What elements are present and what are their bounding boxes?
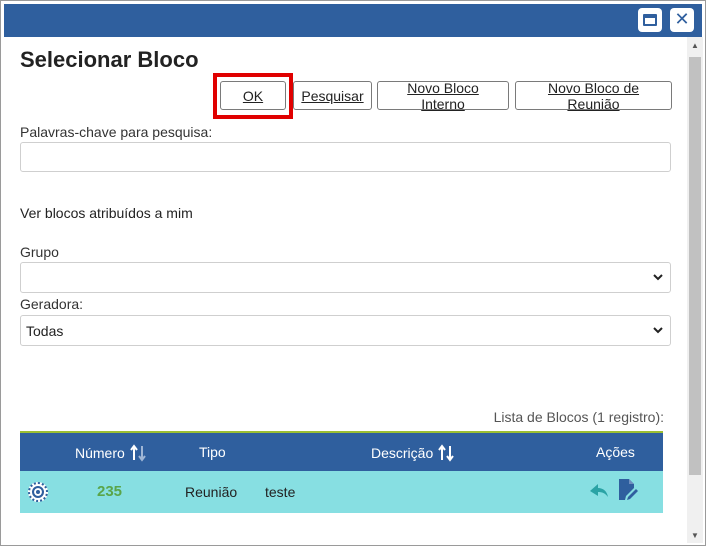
search-button[interactable]: Pesquisar	[293, 81, 372, 110]
row-select-radio[interactable]	[28, 482, 48, 502]
scroll-thumb[interactable]	[689, 57, 701, 475]
column-header-label: Ações	[596, 444, 635, 460]
table-header: Número Tipo Descrição Ações	[20, 431, 663, 471]
sort-icon[interactable]	[129, 444, 147, 462]
scroll-down-icon[interactable]: ▼	[687, 527, 703, 543]
table-row[interactable]: 235 Reunião teste	[20, 471, 663, 513]
cell-tipo: Reunião	[185, 484, 238, 500]
column-header-acoes: Ações	[596, 444, 635, 460]
group-label: Grupo	[20, 244, 59, 260]
close-button[interactable]: ✕	[670, 8, 694, 32]
column-header-numero[interactable]: Número	[75, 444, 147, 462]
edit-document-icon[interactable]	[617, 478, 639, 502]
maximize-icon	[643, 14, 657, 26]
new-internal-block-button[interactable]: Novo Bloco Interno	[377, 80, 509, 112]
ok-button[interactable]: OK	[220, 81, 286, 110]
blocks-table: Número Tipo Descrição Ações 235 Reunião …	[20, 431, 663, 513]
dialog-window: ✕ Selecionar Bloco OK Pesquisar Novo Blo…	[0, 0, 706, 546]
vertical-scrollbar[interactable]: ▲ ▼	[687, 37, 703, 543]
group-select[interactable]	[20, 262, 671, 293]
keywords-input[interactable]	[20, 142, 671, 172]
chevron-down-icon	[653, 274, 663, 281]
generator-select[interactable]: Todas	[20, 315, 671, 346]
cell-descricao: teste	[265, 484, 296, 500]
column-header-label: Tipo	[199, 444, 226, 460]
sort-icon[interactable]	[437, 444, 455, 462]
column-header-label: Número	[75, 445, 125, 461]
cell-numero: 235	[97, 483, 123, 500]
scroll-up-icon[interactable]: ▲	[687, 37, 703, 53]
column-header-tipo: Tipo	[199, 444, 226, 460]
column-header-descricao[interactable]: Descrição	[371, 444, 455, 462]
generator-label: Geradora:	[20, 296, 84, 312]
column-header-label: Descrição	[371, 445, 434, 461]
new-meeting-block-button[interactable]: Novo Bloco de Reunião	[515, 80, 672, 112]
page-title: Selecionar Bloco	[20, 47, 199, 72]
reply-arrow-icon[interactable]	[588, 481, 610, 501]
close-icon: ✕	[674, 9, 690, 30]
keywords-label: Palavras-chave para pesquisa:	[20, 124, 213, 140]
assigned-to-me-link[interactable]: Ver blocos atribuídos a mim	[20, 205, 193, 221]
list-caption: Lista de Blocos (1 registro):	[493, 409, 664, 425]
dialog-content: Selecionar Bloco OK Pesquisar Novo Bloco…	[4, 37, 687, 543]
maximize-button[interactable]	[638, 8, 662, 32]
title-bar: ✕	[4, 4, 702, 37]
generator-select-value: Todas	[26, 322, 64, 339]
chevron-down-icon	[653, 327, 663, 334]
